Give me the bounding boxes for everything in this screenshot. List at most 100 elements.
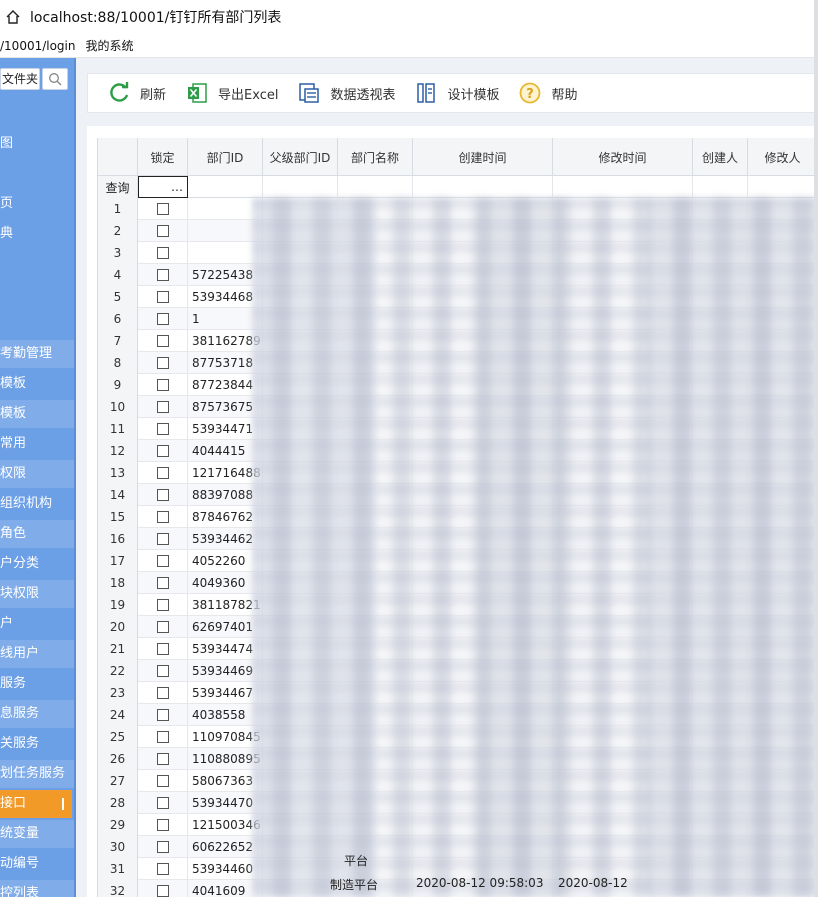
header-lock[interactable]: 锁定 (138, 138, 188, 176)
search-icon[interactable] (42, 68, 68, 90)
lock-checkbox[interactable] (156, 357, 169, 369)
sidebar-item[interactable]: 息服务 (0, 700, 76, 728)
lock-checkbox[interactable] (156, 533, 169, 545)
sidebar-item[interactable] (0, 160, 76, 188)
table-row[interactable]: 16 53934462 (98, 528, 817, 550)
table-row[interactable]: 24 4038558 (98, 704, 817, 726)
sidebar-item[interactable]: 关服务 (0, 730, 76, 758)
query-dept-id-filter[interactable] (188, 176, 263, 198)
header-dept-id[interactable]: 部门ID (188, 138, 263, 176)
table-row[interactable]: 17 4052260 (98, 550, 817, 572)
table-row[interactable]: 13 121716488 (98, 462, 817, 484)
table-row[interactable]: 1 (98, 198, 817, 220)
header-created-time[interactable]: 创建时间 (413, 138, 553, 176)
sidebar-item[interactable]: 服务 (0, 670, 76, 698)
lock-checkbox[interactable] (156, 665, 169, 677)
lock-checkbox[interactable] (156, 555, 169, 567)
lock-checkbox[interactable] (156, 577, 169, 589)
lock-checkbox[interactable] (156, 753, 169, 765)
table-row[interactable]: 23 53934467 (98, 682, 817, 704)
lock-checkbox[interactable] (156, 885, 169, 897)
sidebar-item[interactable]: 动编号 (0, 850, 76, 878)
query-name-filter[interactable] (338, 176, 413, 198)
table-row[interactable]: 11 53934471 (98, 418, 817, 440)
table-row[interactable]: 14 88397088 (98, 484, 817, 506)
sidebar-item[interactable]: 角色 (0, 520, 76, 548)
lock-checkbox[interactable] (156, 643, 169, 655)
query-created-filter[interactable] (413, 176, 553, 198)
lock-checkbox[interactable] (156, 775, 169, 787)
lock-checkbox[interactable] (156, 291, 169, 303)
lock-checkbox[interactable] (156, 731, 169, 743)
lock-checkbox[interactable] (156, 401, 169, 413)
pivot-table-button[interactable]: 数据透视表 (296, 73, 395, 113)
sidebar-item[interactable]: 模板 (0, 400, 76, 428)
lock-checkbox[interactable] (156, 797, 169, 809)
table-row[interactable]: 9 87723844 (98, 374, 817, 396)
lock-checkbox[interactable] (156, 379, 169, 391)
lock-checkbox[interactable] (156, 621, 169, 633)
table-row[interactable]: 4 57225438 (98, 264, 817, 286)
system-link[interactable]: 我的系统 (86, 37, 134, 54)
table-row[interactable]: 15 87846762 (98, 506, 817, 528)
lock-checkbox[interactable] (156, 687, 169, 699)
sidebar-item[interactable]: 组织机构 (0, 490, 76, 518)
sidebar-item[interactable]: 控列表 (0, 880, 76, 897)
lock-checkbox[interactable] (156, 599, 169, 611)
header-modified-time[interactable]: 修改时间 (553, 138, 693, 176)
sidebar-item[interactable] (0, 310, 76, 338)
header-creator[interactable]: 创建人 (693, 138, 748, 176)
table-row[interactable]: 26 110880895 (98, 748, 817, 770)
sidebar-item[interactable]: 页 (0, 190, 76, 218)
lock-checkbox[interactable] (156, 423, 169, 435)
table-row[interactable]: 12 4044415 (98, 440, 817, 462)
sidebar-item[interactable]: 图 (0, 130, 76, 158)
lock-checkbox[interactable] (156, 467, 169, 479)
lock-checkbox[interactable] (156, 335, 169, 347)
table-row[interactable]: 21 53934474 (98, 638, 817, 660)
sidebar-item[interactable]: 户 (0, 610, 76, 638)
sidebar-item[interactable] (0, 250, 76, 278)
table-row[interactable]: 29 121500346 (98, 814, 817, 836)
query-parent-id-filter[interactable] (263, 176, 338, 198)
table-row[interactable]: 19 381187821 (98, 594, 817, 616)
lock-checkbox[interactable] (156, 841, 169, 853)
lock-checkbox[interactable] (156, 247, 169, 259)
table-row[interactable]: 18 4049360 (98, 572, 817, 594)
sidebar-item[interactable]: 户分类 (0, 550, 76, 578)
sidebar-item[interactable]: 线用户 (0, 640, 76, 668)
sidebar-item[interactable]: 块权限 (0, 580, 76, 608)
sidebar-item[interactable]: 模板 (0, 370, 76, 398)
sidebar-item[interactable]: 常用 (0, 430, 76, 458)
table-row[interactable]: 20 62697401 (98, 616, 817, 638)
query-lock-filter[interactable]: … (138, 176, 188, 198)
table-row[interactable]: 27 58067363 (98, 770, 817, 792)
lock-checkbox[interactable] (156, 863, 169, 875)
lock-checkbox[interactable] (156, 489, 169, 501)
design-template-button[interactable]: 设计模板 (413, 73, 499, 113)
table-row[interactable]: 61 (98, 308, 817, 330)
sidebar-item[interactable]: 接口 (0, 790, 72, 818)
table-row[interactable]: 8 87753718 (98, 352, 817, 374)
lock-checkbox[interactable] (156, 313, 169, 325)
sidebar-item[interactable]: 典 (0, 220, 76, 248)
table-row[interactable]: 28 53934470 (98, 792, 817, 814)
table-row[interactable]: 22 53934469 (98, 660, 817, 682)
sidebar-item[interactable]: 考勤管理 (0, 340, 76, 368)
lock-checkbox[interactable] (156, 269, 169, 281)
lock-checkbox[interactable] (156, 225, 169, 237)
table-row[interactable]: 7 381162789 (98, 330, 817, 352)
table-row[interactable]: 3 (98, 242, 817, 264)
sidebar-item[interactable]: 权限 (0, 460, 76, 488)
refresh-button[interactable]: 刷新 (106, 73, 166, 113)
table-row[interactable]: 2 (98, 220, 817, 242)
sidebar-item[interactable]: 划任务服务 (0, 760, 76, 788)
header-parent-dept-id[interactable]: 父级部门ID (263, 138, 338, 176)
lock-checkbox[interactable] (156, 445, 169, 457)
query-modified-filter[interactable] (553, 176, 693, 198)
home-icon[interactable] (2, 6, 24, 28)
sidebar-item[interactable] (0, 280, 76, 308)
header-dept-name[interactable]: 部门名称 (338, 138, 413, 176)
url-text[interactable]: /10001/login (0, 39, 76, 53)
table-row[interactable]: 30 60622652 (98, 836, 817, 858)
